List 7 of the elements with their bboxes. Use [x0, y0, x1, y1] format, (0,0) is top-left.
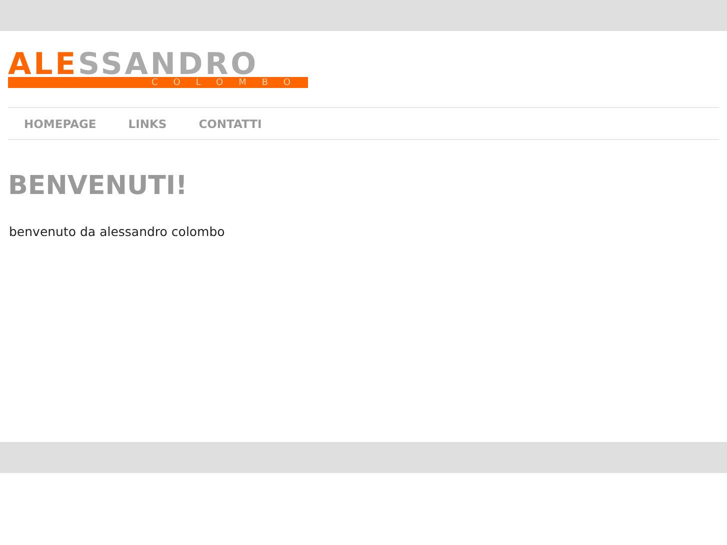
nav-link[interactable]: LINKS: [128, 116, 183, 130]
welcome-text: benvenuto da alessandro colombo: [9, 224, 226, 239]
logo-wordmark: ALE SSANDRO: [8, 53, 259, 77]
page-heading: BENVENUTI!: [8, 170, 188, 202]
nav-link[interactable]: HOMEPAGE: [24, 116, 112, 130]
nav-link[interactable]: CONTATTI: [198, 116, 278, 130]
logo-subtitle: COLOMBO: [151, 78, 306, 88]
